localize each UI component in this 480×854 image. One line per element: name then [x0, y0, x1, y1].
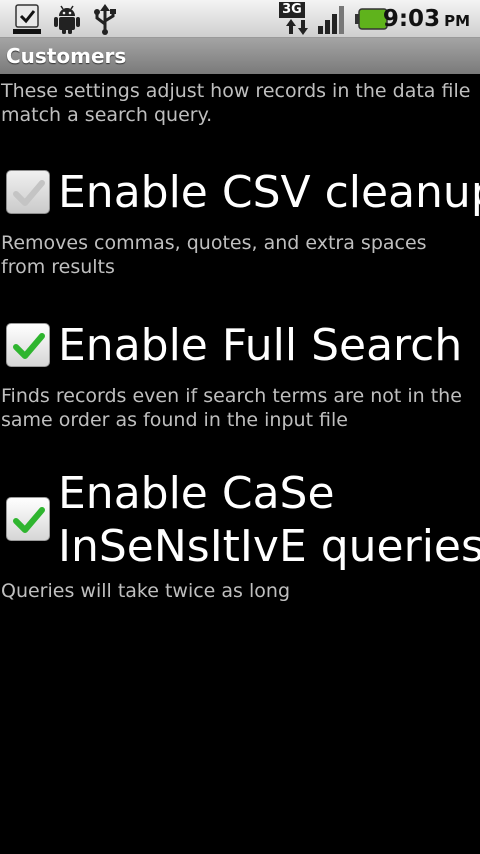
full-search-label: Enable Full Search — [58, 320, 463, 371]
pref-case-insensitive[interactable]: Enable CaSe InSeNsItIvE queries Queries … — [0, 466, 480, 606]
case-insensitive-label-line2: InSeNsItIvE queries — [58, 521, 480, 572]
csv-cleanup-checkbox[interactable] — [6, 170, 50, 214]
status-bar: 3G 9:03 PM — [0, 0, 480, 38]
check-icon — [13, 180, 45, 206]
case-insensitive-checkbox[interactable] — [6, 497, 50, 541]
3g-data-icon: 3G — [277, 2, 311, 36]
clock-ampm: PM — [444, 12, 470, 30]
clock-time: 9:03 — [382, 6, 441, 32]
full-search-checkbox[interactable] — [6, 323, 50, 367]
pref-csv-cleanup[interactable]: Enable CSV cleanup Removes commas, quote… — [0, 165, 480, 283]
case-insensitive-label-line1: Enable CaSe — [58, 468, 335, 519]
screen-title: Customers — [6, 44, 127, 68]
intro-description: These settings adjust how records in the… — [1, 80, 471, 126]
network-type-label: 3G — [279, 2, 305, 18]
title-bar: Customers — [0, 38, 480, 74]
csv-cleanup-summary: Removes commas, quotes, and extra spaces… — [1, 232, 427, 278]
case-insensitive-summary: Queries will take twice as long — [1, 580, 290, 602]
download-complete-icon — [13, 4, 41, 34]
full-search-summary: Finds records even if search terms are n… — [1, 385, 462, 431]
signal-strength-icon — [318, 6, 344, 34]
check-icon — [13, 507, 45, 533]
android-debug-icon — [54, 5, 80, 34]
status-clock: 9:03 PM — [383, 3, 470, 37]
usb-icon — [94, 4, 116, 35]
check-icon — [13, 333, 45, 359]
csv-cleanup-label: Enable CSV cleanup — [58, 167, 480, 218]
pref-full-search[interactable]: Enable Full Search Finds records even if… — [0, 318, 480, 436]
